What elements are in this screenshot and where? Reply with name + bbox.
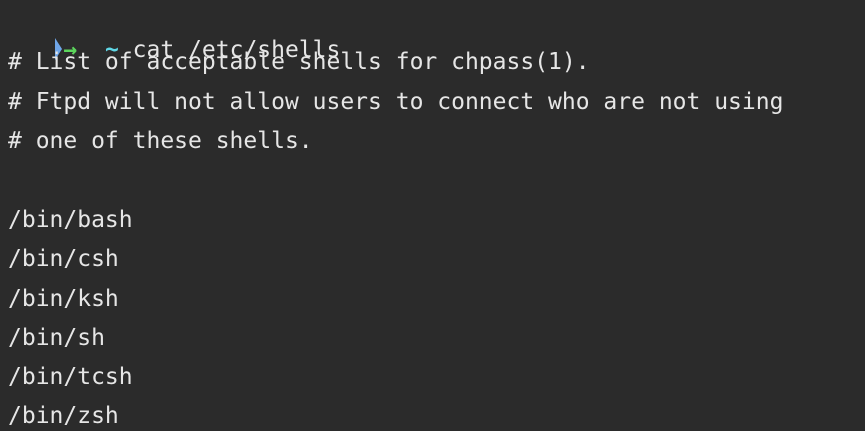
prompt-line: → ~ cat /etc/shells bbox=[0, 8, 340, 63]
terminal-window[interactable]: → ~ cat /etc/shells # List of acceptable… bbox=[0, 0, 865, 431]
comment-line-2: # Ftpd will not allow users to connect w… bbox=[8, 89, 784, 115]
shell-path: /bin/tcsh bbox=[8, 364, 133, 390]
shell-path: /bin/csh bbox=[8, 246, 119, 272]
shell-path: /bin/bash bbox=[8, 207, 133, 233]
comment-line-3: # one of these shells. bbox=[8, 128, 313, 154]
shell-path: /bin/sh bbox=[8, 325, 105, 351]
shell-path: /bin/zsh bbox=[8, 403, 119, 429]
shell-path: /bin/ksh bbox=[8, 286, 119, 312]
comment-line-1: # List of acceptable shells for chpass(1… bbox=[8, 49, 590, 75]
